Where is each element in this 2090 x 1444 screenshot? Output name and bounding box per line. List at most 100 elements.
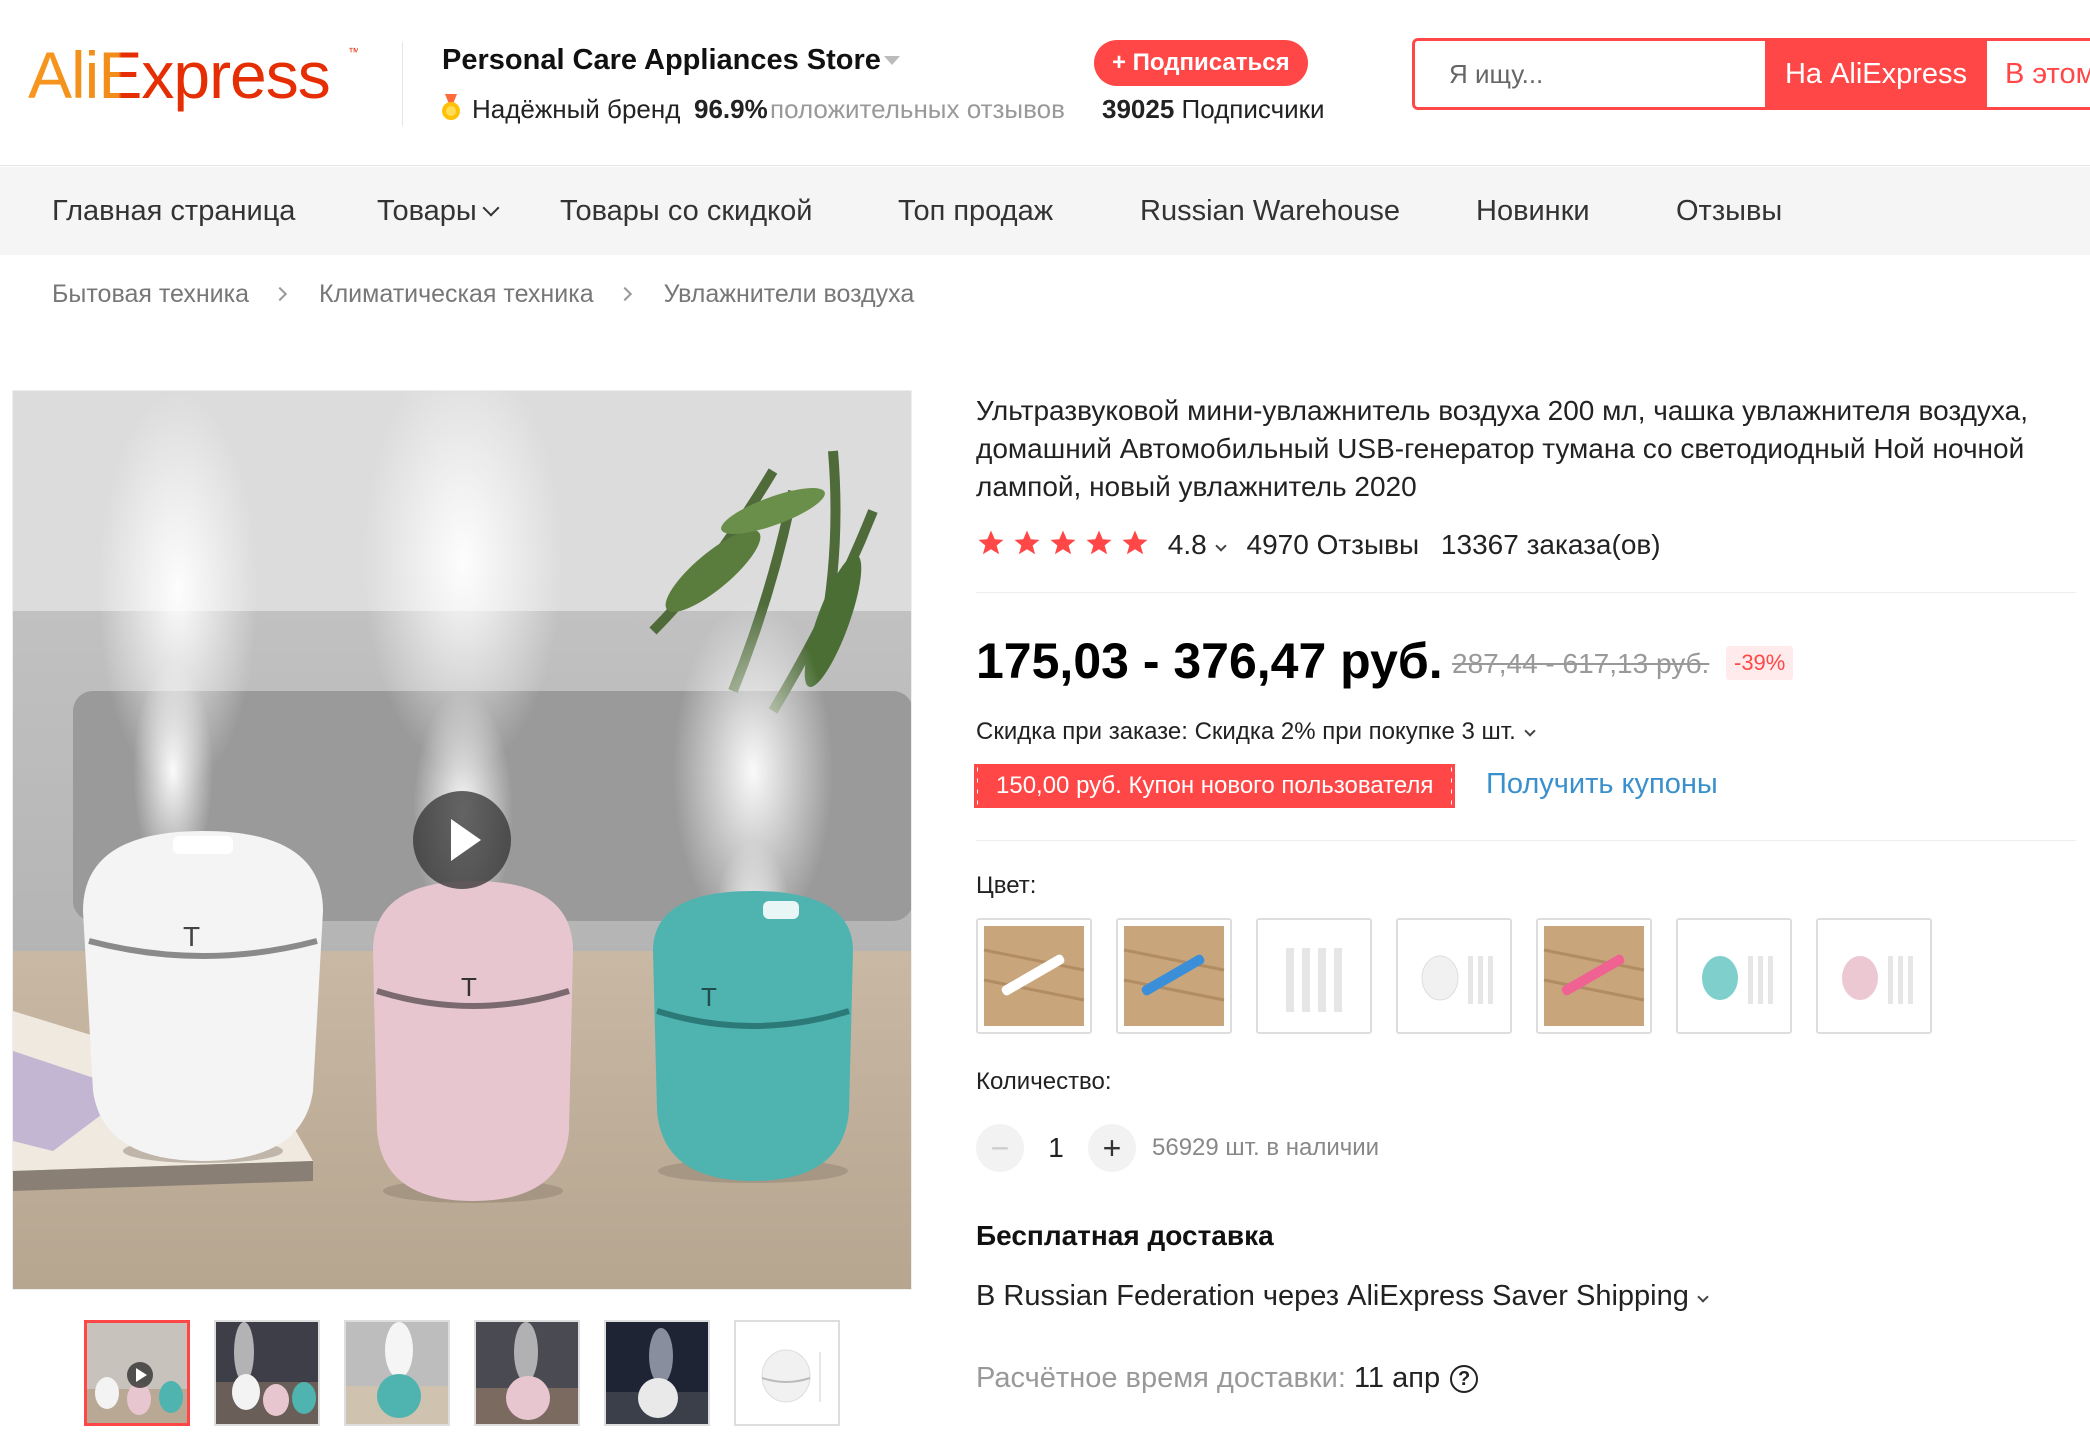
search-store-button[interactable]: В этом (1987, 41, 2090, 107)
image-thumbnails (84, 1320, 844, 1430)
star-icon (1050, 530, 1076, 555)
subscribe-button[interactable]: + Подписаться (1094, 40, 1308, 86)
divider (976, 840, 2076, 841)
color-label: Цвет: (976, 872, 1037, 899)
swatch-image (1678, 920, 1790, 1032)
swatch-image (1123, 926, 1225, 1026)
svg-text:T: T (461, 972, 477, 1002)
followers-number: 39025 (1102, 94, 1175, 124)
orders-count: 13367 заказа(ов) (1440, 529, 1661, 560)
color-swatch[interactable] (1396, 918, 1512, 1034)
thumbnail-3[interactable] (344, 1320, 450, 1426)
thumbnail-image (87, 1323, 187, 1423)
chevron-down-icon (1524, 725, 1536, 737)
store-nav: Главная страница Товары Товары со скидко… (0, 167, 2090, 255)
swatch-image (1258, 920, 1370, 1032)
nav-item-top-selling[interactable]: Топ продаж (898, 195, 1053, 228)
new-user-coupon: 150,00 руб. Купон нового пользователя (978, 764, 1456, 808)
thumbnail-image (346, 1322, 448, 1424)
discount-badge: -39% (1726, 646, 1794, 680)
color-swatch[interactable] (1676, 918, 1792, 1034)
thumbnail-image (476, 1322, 578, 1424)
shipping-title: Бесплатная доставка (976, 1220, 1274, 1251)
thumbnail-6[interactable] (734, 1320, 840, 1426)
breadcrumb-item[interactable]: Увлажнители воздуха (664, 280, 915, 308)
chevron-right-icon (617, 286, 632, 302)
nav-item-sale[interactable]: Товары со скидкой (560, 195, 812, 228)
breadcrumb-item[interactable]: Бытовая техника (52, 280, 249, 308)
color-swatch[interactable] (1256, 918, 1372, 1034)
star-icon (1086, 530, 1112, 555)
color-swatch[interactable] (1816, 918, 1932, 1034)
quantity-increase-button[interactable]: + (1088, 1124, 1136, 1172)
rating-row: 4.8 4970 Отзывы 13367 заказа(ов) (976, 528, 1661, 564)
thumbnail-2[interactable] (214, 1320, 320, 1426)
price: 175,03 - 376,47 руб. (976, 633, 1443, 689)
play-video-button[interactable] (413, 791, 511, 889)
swatch-image (1818, 920, 1930, 1032)
rating-value[interactable]: 4.8 (1168, 529, 1207, 560)
shipping-method-text: В Russian Federation через AliExpress Sa… (976, 1280, 1689, 1312)
swatch-image (983, 926, 1085, 1026)
bulk-discount-text: Скидка при заказе: Скидка 2% при покупке… (976, 718, 1516, 745)
quantity-label: Количество: (976, 1068, 1112, 1095)
help-icon[interactable]: ? (1450, 1365, 1479, 1393)
chevron-down-icon (1697, 1291, 1709, 1303)
medal-icon (442, 94, 460, 120)
header-divider (402, 42, 403, 126)
quantity-value[interactable]: 1 (1040, 1132, 1072, 1164)
nav-item-reviews[interactable]: Отзывы (1676, 195, 1782, 228)
chevron-right-icon (272, 286, 288, 302)
divider (976, 592, 2076, 593)
search-aliexpress-button[interactable]: На AliExpress (1765, 41, 1987, 107)
breadcrumb-item[interactable]: Климатическая техника (319, 280, 594, 308)
stock-available: 56929 шт. в наличии (1152, 1134, 1380, 1161)
svg-text:T: T (701, 982, 717, 1012)
get-coupons-link[interactable]: Получить купоны (1486, 768, 1718, 801)
thumbnail-4[interactable] (474, 1320, 580, 1426)
search-input[interactable] (1415, 41, 1765, 107)
star-icon (978, 530, 1004, 555)
chevron-down-icon[interactable] (1215, 540, 1227, 552)
product-main-image[interactable]: T T T (12, 390, 912, 1290)
product-title: Ультразвуковой мини-увлажнитель воздуха … (976, 395, 2028, 502)
aliexpress-logo[interactable]: AliExpress ™ (28, 36, 360, 126)
svg-text:AliExpress: AliExpress (28, 38, 330, 112)
positive-feedback-percent: 96.9% (694, 94, 768, 124)
svg-text:™: ™ (348, 45, 358, 59)
thumbnail-image (216, 1322, 318, 1424)
reviews-count[interactable]: 4970 Отзывы (1247, 529, 1420, 560)
header: AliExpress ™ Personal Care Appliances St… (0, 0, 2090, 166)
swatch-image (1543, 926, 1645, 1026)
color-swatch[interactable] (1536, 918, 1652, 1034)
breadcrumb: Бытовая техника Климатическая техника Увла… (52, 280, 914, 309)
svg-text:T: T (183, 921, 200, 952)
swatch-image (1398, 920, 1510, 1032)
star-icon (1122, 530, 1148, 555)
delivery-time: Расчётное время доставки: 11 апр? (976, 1362, 1479, 1395)
quantity-decrease-button[interactable]: − (976, 1124, 1024, 1172)
followers-label: Подписчики (1181, 94, 1325, 124)
thumbnail-1[interactable] (84, 1320, 190, 1426)
trusted-brand-label: Надёжный бренд (472, 94, 681, 124)
color-swatch[interactable] (1116, 918, 1232, 1034)
old-price: 287,44 - 617,13 руб. (1452, 648, 1710, 679)
chevron-down-icon[interactable] (884, 56, 900, 65)
nav-item-products-label: Товары (377, 195, 477, 227)
nav-item-russian-warehouse[interactable]: Russian Warehouse (1140, 195, 1400, 228)
nav-item-new[interactable]: Новинки (1476, 195, 1590, 228)
store-name[interactable]: Personal Care Appliances Store (442, 44, 881, 77)
color-swatch[interactable] (976, 918, 1092, 1034)
bulk-discount[interactable]: Скидка при заказе: Скидка 2% при покупке… (976, 718, 1536, 746)
nav-item-products[interactable]: Товары (377, 195, 500, 228)
thumbnail-image (736, 1322, 838, 1424)
positive-feedback-label: положительных отзывов (770, 94, 1065, 124)
thumbnail-image (606, 1322, 708, 1424)
star-icon (1014, 530, 1040, 555)
aliexpress-logo-graphic: AliExpress ™ (28, 38, 360, 112)
delivery-time-label: Расчётное время доставки: (976, 1362, 1346, 1394)
search-box: На AliExpress В этом (1412, 38, 2090, 110)
shipping-method[interactable]: В Russian Federation через AliExpress Sa… (976, 1280, 1709, 1313)
thumbnail-5[interactable] (604, 1320, 710, 1426)
nav-item-home[interactable]: Главная страница (52, 195, 295, 228)
